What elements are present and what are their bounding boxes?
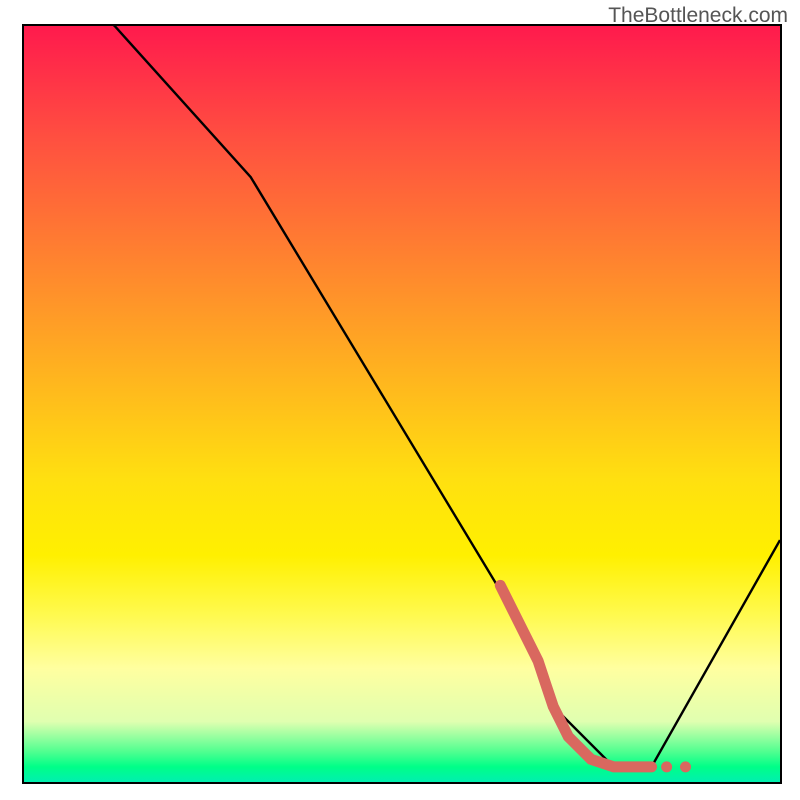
chart-plot-area: [22, 24, 782, 784]
optimal-zone-markers: [500, 585, 691, 772]
watermark-text: TheBottleneck.com: [608, 4, 788, 28]
optimal-zone-stroke: [500, 585, 651, 767]
chart-svg: [24, 26, 780, 782]
optimal-zone-dot: [661, 761, 672, 772]
optimal-zone-dot: [680, 761, 691, 772]
bottleneck-curve-line: [24, 26, 780, 767]
